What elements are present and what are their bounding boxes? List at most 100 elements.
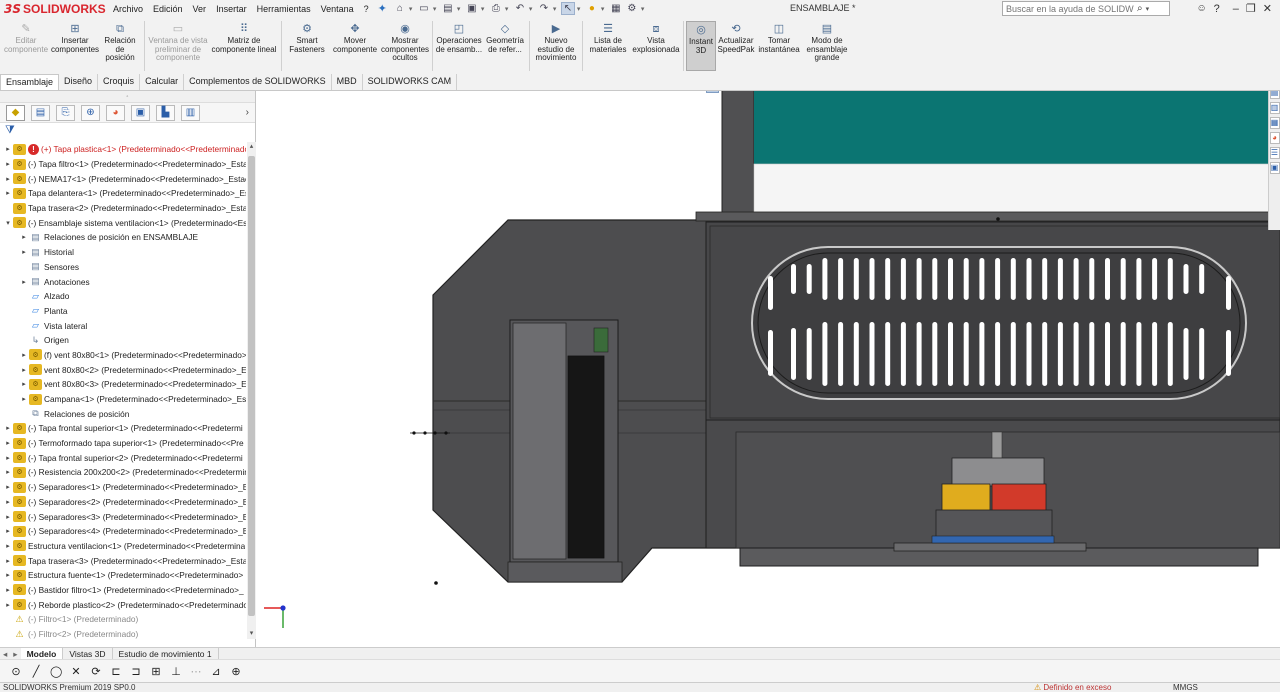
tree-item[interactable]: ↳ Origen: [0, 333, 246, 348]
convert-entities-icon[interactable]: ⟳: [90, 665, 102, 678]
file-properties-icon[interactable]: ▦: [609, 2, 623, 15]
tab-complementos-de-solidworks[interactable]: Complementos de SOLIDWORKS: [184, 74, 332, 90]
cam-operation-tab-icon[interactable]: ▙: [156, 104, 175, 121]
expand-arrow-icon[interactable]: ▸: [3, 557, 13, 565]
view-palette-icon[interactable]: ▦: [1269, 117, 1280, 129]
add-relation-icon[interactable]: ⊥: [170, 665, 182, 678]
tree-item[interactable]: ⚠ (-) Filtro<1> (Predeterminado): [0, 612, 246, 627]
rebuild-icon[interactable]: ●: [585, 2, 599, 15]
menu-item[interactable]: Herramientas: [252, 4, 316, 14]
forum-icon[interactable]: ▣: [1269, 162, 1280, 174]
help-icon[interactable]: ?: [1214, 3, 1220, 15]
offset-icon[interactable]: ⊏: [110, 665, 122, 678]
options-gear-icon[interactable]: ⚙: [625, 2, 639, 15]
tree-item[interactable]: ▱ Alzado: [0, 289, 246, 304]
expand-arrow-icon[interactable]: ▸: [19, 351, 29, 359]
bottom-tab[interactable]: Modelo: [20, 647, 64, 660]
dropdown-arrow-icon[interactable]: ▾: [529, 5, 535, 13]
dropdown-arrow-icon[interactable]: ▾: [457, 5, 463, 13]
nav-last-icon[interactable]: ▸: [10, 648, 20, 660]
tab-dise-o[interactable]: Diseño: [59, 74, 99, 90]
command-button[interactable]: ☰ Lista de materiales: [585, 17, 631, 75]
edit-appearance-icon[interactable]: ✺: [796, 91, 809, 92]
tree-item[interactable]: ▸ ⚙ vent 80x80<3> (Predeterminado<<Predete…: [0, 377, 246, 392]
tree-item[interactable]: ▸ ▤ Relaciones de posición en ENSAMBLAJE: [0, 230, 246, 245]
tree-item[interactable]: ▸ ⚙ (-) Tapa frontal superior<1> (Predeter…: [0, 421, 246, 436]
dropdown-arrow-icon[interactable]: ▾: [481, 5, 487, 13]
tree-item[interactable]: ▸ ⚙ Estructura fuente<1> (Predeterminado<<…: [0, 568, 246, 583]
expand-arrow-icon[interactable]: ▸: [3, 160, 13, 168]
linear-sketch-pattern-icon[interactable]: ⊞: [150, 665, 162, 678]
tree-item[interactable]: ▸ ⚙ (-) Separadores<3> (Predeterminado<<Pr…: [0, 509, 246, 524]
property-manager-tab-icon[interactable]: ▤: [31, 104, 50, 121]
redo-icon[interactable]: ↷: [537, 2, 551, 15]
expand-arrow-icon[interactable]: ▸: [19, 380, 29, 388]
tree-item[interactable]: ⚙ Tapa trasera<2> (Predeterminado<<Predet…: [0, 201, 246, 216]
line-icon[interactable]: ╱: [30, 665, 42, 678]
nav-first-icon[interactable]: ◂: [0, 648, 10, 660]
tree-item[interactable]: ▸ ⚙ (-) Termoformado tapa superior<1> (Pre…: [0, 436, 246, 451]
tree-scrollbar[interactable]: ▴ ▾: [247, 142, 256, 639]
expand-arrow-icon[interactable]: ▸: [19, 248, 29, 256]
command-button[interactable]: ▭ Ventana de vista preliminar de componen…: [147, 17, 209, 75]
tree-item[interactable]: ▸ ⚙ Tapa delantera<1> (Predeterminado<<Pre…: [0, 186, 246, 201]
tree-item[interactable]: ▸ ▤ Anotaciones: [0, 274, 246, 289]
tab-mbd[interactable]: MBD: [332, 74, 363, 90]
smart-dimension-icon[interactable]: ⊙: [10, 665, 22, 678]
design-library-icon[interactable]: ▤: [1269, 91, 1280, 99]
search-icon[interactable]: ⌕: [1137, 3, 1143, 14]
dropdown-arrow-icon[interactable]: ▾: [641, 5, 647, 13]
menu-item[interactable]: Archivo: [108, 4, 148, 14]
scroll-up-icon[interactable]: ▴: [247, 142, 256, 152]
select-cursor-icon[interactable]: ↖: [560, 2, 575, 15]
tree-item[interactable]: ▾ ⚙ (-) Ensamblaje sistema ventilacion<1> …: [0, 215, 246, 230]
expand-arrow-icon[interactable]: ▸: [19, 395, 29, 403]
expand-arrow-icon[interactable]: ▸: [3, 454, 13, 462]
expand-arrow-icon[interactable]: ▸: [3, 189, 13, 197]
home-icon[interactable]: ⌂: [393, 2, 407, 15]
tree-item[interactable]: ▸ ⚙ (-) Tapa frontal superior<2> (Predeter…: [0, 450, 246, 465]
bottom-tab[interactable]: Vistas 3D: [63, 647, 113, 660]
expand-arrow-icon[interactable]: ▸: [3, 527, 13, 535]
tab-croquis[interactable]: Croquis: [98, 74, 141, 90]
file-explorer-icon[interactable]: ▥: [1269, 102, 1280, 114]
tree-item[interactable]: ▸ ▤ Historial: [0, 245, 246, 260]
dropdown-arrow-icon[interactable]: ▾: [553, 5, 559, 13]
save-icon[interactable]: ▣: [465, 2, 479, 15]
zoom-area-icon[interactable]: ⌕: [670, 91, 683, 92]
graphics-area[interactable]: ⌕ ⌕ ↺ ◧ ◫ ▣ ▥ ◉ ✺ ▭ ◫ ▭ – ✕ ⌂ ▤ ▥ ▦ ◕ ☰ …: [257, 91, 1280, 647]
rapid-sketch-icon[interactable]: ⊿: [210, 665, 222, 678]
tree-item[interactable]: ▸ ⚙ (-) Separadores<4> (Predeterminado<<Pr…: [0, 524, 246, 539]
print-icon[interactable]: ⎙: [489, 2, 503, 15]
tree-item[interactable]: ▸ ⚙ Campana<1> (Predeterminado<<Predetermi…: [0, 392, 246, 407]
tree-item[interactable]: ▤ Sensores: [0, 260, 246, 275]
status-definition[interactable]: ⚠ Definido en exceso: [1034, 683, 1111, 692]
menu-item[interactable]: Insertar: [211, 4, 252, 14]
command-button[interactable]: ⚙ Smart Fasteners: [284, 17, 330, 75]
dynamic-annotation-icon[interactable]: ◫: [724, 91, 737, 92]
menu-item[interactable]: ?: [359, 4, 374, 14]
dropdown-arrow-icon[interactable]: ▾: [505, 5, 511, 13]
tree-item[interactable]: ▸ ⚙ (f) vent 80x80<1> (Predeterminado<<Pre…: [0, 348, 246, 363]
command-button[interactable]: ◫ Tomar instantánea: [756, 17, 802, 75]
expand-arrow-icon[interactable]: ▸: [3, 542, 13, 550]
panel-collapse-handle[interactable]: ◦: [0, 91, 255, 103]
command-button[interactable]: ◇ Geometría de refer...: [483, 17, 527, 75]
command-button[interactable]: ◰ Operaciones de ensamb...: [435, 17, 483, 75]
command-button[interactable]: ◎ Instant 3D: [686, 21, 716, 71]
cam-feature-tab-icon[interactable]: ▣: [131, 104, 150, 121]
tree-item[interactable]: ▸ ⚙ (-) NEMA17<1> (Predeterminado<<Predete…: [0, 171, 246, 186]
appearances-icon[interactable]: ◕: [1269, 132, 1280, 144]
expand-arrow-icon[interactable]: ▸: [3, 586, 13, 594]
command-button[interactable]: ✥ Mover componente: [330, 17, 380, 75]
tree-item[interactable]: ▸ ⚙ Tapa trasera<3> (Predeterminado<<Prede…: [0, 553, 246, 568]
command-button[interactable]: ⟲ Actualizar SpeedPak: [716, 17, 756, 75]
expand-arrow-icon[interactable]: ▸: [19, 233, 29, 241]
command-button[interactable]: ⧈ Vista explosionada: [631, 17, 681, 75]
chevron-right-icon[interactable]: ›: [246, 107, 249, 118]
tree-item[interactable]: ▸ ⚙ (-) Reborde plastico<2> (Predeterminad…: [0, 597, 246, 612]
expand-arrow-icon[interactable]: ▸: [3, 439, 13, 447]
tree-item[interactable]: ▸ ⚙ (-) Resistencia 200x200<2> (Predetermi…: [0, 465, 246, 480]
tree-item[interactable]: ▸ ⚙ Estructura ventilacion<1> (Predetermin…: [0, 539, 246, 554]
zoom-to-fit-icon[interactable]: ⌕: [652, 91, 665, 92]
